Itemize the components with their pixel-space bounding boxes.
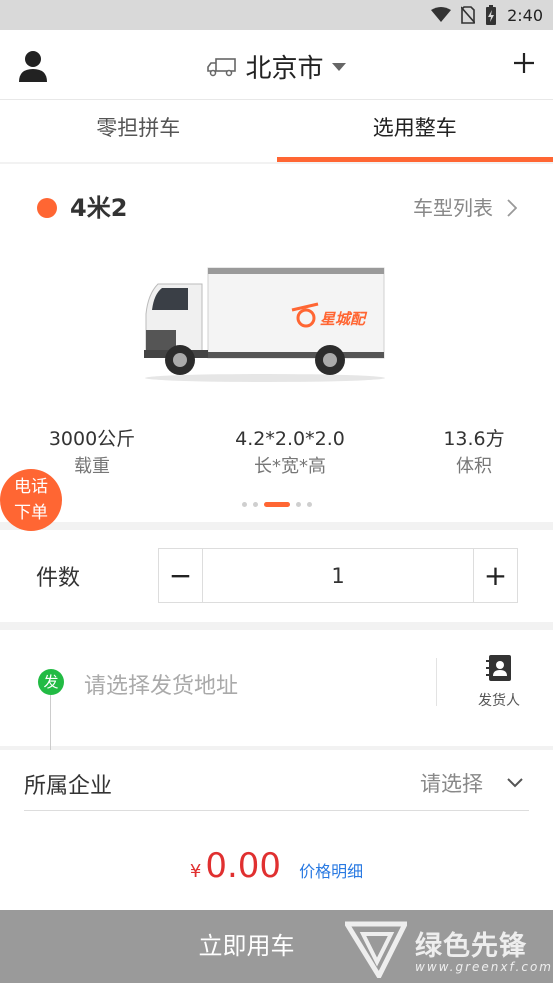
spec-volume-label: 体积 — [456, 456, 492, 477]
decrement-button[interactable]: − — [159, 549, 203, 602]
city-name: 北京市 — [245, 54, 324, 84]
vehicle-specs: 3000公斤 载重 4.2*2.0*2.0 长*宽*高 13.6方 体积 — [0, 426, 553, 486]
company-section: 所属企业 请选择 ¥ 0.00 价格明细 — [0, 750, 553, 910]
battery-charging-icon — [486, 5, 497, 25]
address-divider — [436, 658, 437, 706]
price-detail-link[interactable]: 价格明细 — [299, 858, 363, 882]
watermark-text: 绿色先锋 — [415, 931, 527, 962]
status-bar: 2:40 — [0, 0, 553, 30]
watermark: 绿色先锋 www.greenxf.com — [345, 920, 553, 980]
contacts-book-icon — [486, 655, 511, 681]
spec-dimensions-label: 长*宽*高 — [254, 456, 326, 477]
wifi-icon — [431, 7, 452, 22]
spec-dimensions-value: 4.2*2.0*2.0 — [235, 428, 345, 450]
carousel-dot — [295, 502, 301, 507]
quantity-label: 件数 — [36, 566, 81, 591]
price-amount: 0.00 — [205, 846, 282, 886]
spec-dimensions: 4.2*2.0*2.0 长*宽*高 — [216, 426, 364, 482]
phone-order-button[interactable]: 电话 下单 — [0, 469, 62, 531]
use-vehicle-button[interactable]: 立即用车 绿色先锋 www.greenxf.com — [0, 910, 553, 983]
quantity-stepper: − 1 + — [158, 548, 518, 603]
chevron-down-icon — [507, 778, 523, 788]
truck-image: 星城配 — [144, 267, 385, 382]
carousel-dot — [252, 502, 258, 507]
top-app-bar: 北京市 — [0, 30, 553, 100]
company-divider — [24, 810, 529, 811]
mode-tabs: 零担拼车 选用整车 — [0, 100, 553, 162]
company-select-placeholder: 请选择 — [420, 772, 483, 796]
vehicle-type-name: 4米2 — [70, 194, 128, 222]
chevron-right-icon — [507, 199, 517, 217]
plus-icon[interactable] — [513, 52, 535, 74]
price-row: ¥ 0.00 价格明细 — [0, 846, 553, 886]
tab-whole-vehicle[interactable]: 选用整车 — [276, 100, 553, 162]
carousel-dot — [306, 502, 312, 507]
carousel-dot-active — [263, 502, 290, 507]
sender-label: 发货人 — [478, 693, 520, 709]
increment-button[interactable]: + — [473, 549, 517, 602]
spec-volume-value: 13.6方 — [443, 428, 505, 450]
watermark-url: www.greenxf.com — [415, 960, 553, 974]
quantity-value[interactable]: 1 — [203, 549, 473, 604]
send-badge: 发 — [38, 669, 64, 695]
status-time: 2:40 — [507, 5, 543, 25]
caret-down-icon — [331, 62, 346, 71]
company-select[interactable]: 请选择 — [420, 768, 523, 798]
vehicle-card[interactable]: 4米2 车型列表 星城配 3000公斤 载重 4.2*2.0*2.0 长*宽*高… — [0, 164, 553, 522]
price-currency: ¥ — [189, 861, 202, 882]
vehicle-list-link[interactable]: 车型列表 — [413, 190, 517, 226]
company-label: 所属企业 — [24, 774, 113, 799]
shipping-address-field[interactable]: 请选择发货地址 — [84, 668, 238, 700]
sender-button[interactable]: 发货人 — [466, 654, 532, 710]
spec-load-value: 3000公斤 — [48, 428, 136, 450]
carousel-indicator — [0, 502, 553, 507]
vehicle-type-row: 4米2 车型列表 — [0, 190, 553, 226]
address-section: 发 请选择发货地址 发货人 — [0, 630, 553, 750]
no-sim-icon — [461, 6, 476, 24]
phone-order-line2: 下单 — [14, 503, 48, 523]
phone-order-line1: 电话 — [14, 477, 48, 497]
quantity-section: 件数 − 1 + — [0, 530, 553, 622]
truck-outline-icon — [207, 57, 237, 76]
truck-brand-text: 星城配 — [320, 310, 368, 328]
tab-ltl-carpool[interactable]: 零担拼车 — [0, 100, 277, 162]
route-line — [50, 695, 51, 750]
city-selector[interactable]: 北京市 — [0, 48, 553, 85]
vehicle-type-dot — [37, 198, 57, 218]
carousel-dot — [241, 502, 247, 507]
vehicle-list-label: 车型列表 — [413, 196, 493, 220]
watermark-logo — [345, 921, 407, 978]
spec-volume: 13.6方 体积 — [428, 426, 520, 482]
